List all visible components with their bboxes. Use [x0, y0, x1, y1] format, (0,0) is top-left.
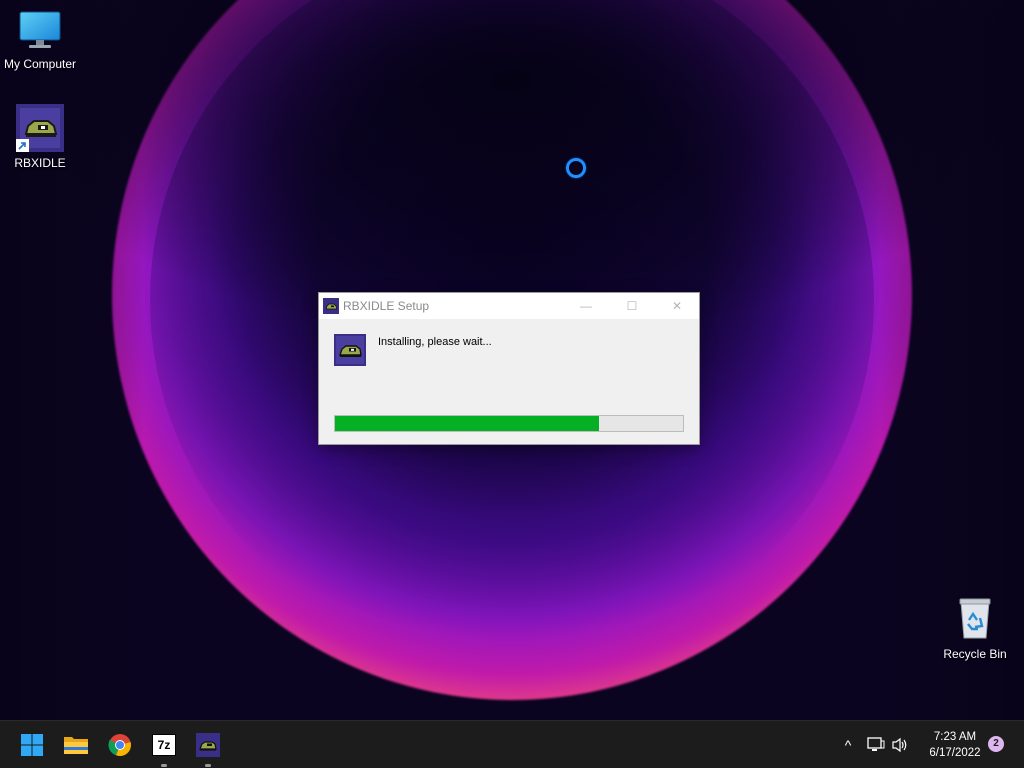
start-button[interactable]: [16, 729, 48, 761]
network-button[interactable]: [864, 721, 888, 769]
7zip-button[interactable]: 7z: [148, 729, 180, 767]
recycle-bin-icon: [959, 598, 991, 639]
windows-logo-icon: [21, 734, 43, 756]
desktop-icon-rbxidle[interactable]: RBXIDLE: [0, 104, 80, 170]
file-explorer-button[interactable]: [60, 729, 92, 761]
network-icon: [867, 737, 885, 751]
setup-window-body: Installing, please wait...: [319, 319, 699, 444]
running-indicator: [205, 764, 211, 767]
show-hidden-icons-button[interactable]: ^: [836, 721, 860, 769]
volume-button[interactable]: [888, 721, 912, 769]
running-indicator: [161, 764, 167, 767]
chevron-up-icon: ^: [844, 737, 852, 753]
monitor-icon: [19, 11, 61, 48]
shortcut-arrow-icon: [16, 139, 29, 152]
maximize-icon: ☐: [626, 299, 638, 313]
close-button[interactable]: ✕: [654, 293, 700, 319]
rbxidle-app-icon: [334, 334, 366, 366]
desktop[interactable]: My Computer RBXIDLE Recycle Bin RBXIDLE …: [0, 0, 1024, 720]
folder-icon: [64, 737, 88, 754]
7zip-icon-label: 7z: [157, 738, 171, 752]
desktop-icon-label: My Computer: [3, 57, 77, 71]
notification-badge[interactable]: 2: [988, 736, 1004, 752]
maximize-button[interactable]: ☐: [609, 293, 655, 319]
rbxidle-taskbar-button[interactable]: [192, 729, 224, 767]
desktop-icon-my-computer[interactable]: My Computer: [0, 10, 80, 71]
desktop-icon-label: RBXIDLE: [14, 156, 66, 170]
chrome-button[interactable]: [104, 729, 136, 761]
window-title: RBXIDLE Setup: [343, 299, 430, 313]
chrome-icon: [108, 734, 131, 757]
close-icon: ✕: [671, 299, 683, 313]
minimize-icon: —: [580, 299, 592, 313]
busy-cursor-icon: [566, 158, 586, 178]
setup-window[interactable]: RBXIDLE Setup — ☐ ✕ Installing, please w…: [318, 292, 700, 445]
setup-window-titlebar[interactable]: RBXIDLE Setup — ☐ ✕: [319, 293, 699, 319]
minimize-button[interactable]: —: [563, 293, 609, 319]
install-status-text: Installing, please wait...: [378, 336, 492, 348]
rbxidle-app-icon: [196, 733, 220, 757]
install-progress-fill: [335, 416, 600, 431]
taskbar: 7z ^ 7:23 AM 6/17/2022: [0, 720, 1024, 768]
desktop-icon-recycle-bin[interactable]: Recycle Bin: [935, 596, 1015, 661]
clock-time: 7:23 AM: [933, 731, 977, 743]
install-progress-bar: [334, 415, 684, 432]
rbxidle-app-icon: [16, 104, 64, 152]
volume-icon: [892, 737, 907, 753]
rbxidle-app-icon: [323, 298, 339, 314]
clock-button[interactable]: 7:23 AM 6/17/2022: [915, 729, 995, 761]
clock-date: 6/17/2022: [929, 747, 981, 759]
desktop-icon-label: Recycle Bin: [943, 647, 1007, 661]
7zip-icon: 7z: [152, 734, 176, 756]
